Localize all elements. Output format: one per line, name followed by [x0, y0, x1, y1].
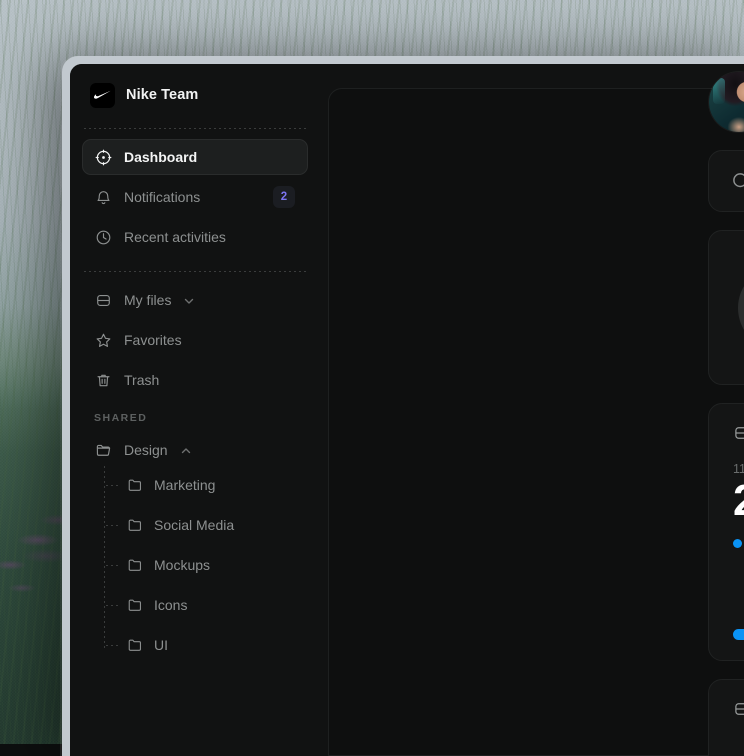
- sidebar-item-favorites[interactable]: Favorites: [82, 322, 308, 358]
- app-window-frame: Nike Team Dashboard: [62, 56, 744, 756]
- folder-icon: [127, 557, 143, 573]
- sidebar-item-label: Notifications: [124, 189, 261, 205]
- storage-legend: Images Documents Videos: [733, 536, 744, 550]
- sidebar-item-label: Recent activities: [124, 229, 295, 245]
- recent-files-header: Recent files: [733, 700, 744, 718]
- storage-progress-bar: [733, 629, 744, 640]
- tree-item-icons[interactable]: Icons: [106, 590, 308, 620]
- shared-section-label: SHARED: [82, 402, 308, 432]
- tree-item-mockups[interactable]: Mockups: [106, 550, 308, 580]
- folder-tree: Marketing Social Media Mockups: [82, 470, 308, 670]
- sidebar-item-dashboard[interactable]: Dashboard: [82, 139, 308, 175]
- tree-item-marketing[interactable]: Marketing: [106, 470, 308, 500]
- main-content: 22% Storage 110.13 GB 22.4 GB: [320, 64, 744, 756]
- tree-item-label: Marketing: [154, 477, 215, 493]
- sidebar-item-design[interactable]: Design: [82, 432, 308, 468]
- drive-icon: [733, 700, 744, 718]
- legend-dot-images: [733, 539, 742, 548]
- storage-bar-segment-images: [733, 629, 744, 640]
- folder-icon: [127, 637, 143, 653]
- sidebar-item-recent-activities[interactable]: Recent activities: [82, 219, 308, 255]
- chevron-down-icon[interactable]: [183, 294, 195, 306]
- tree-item-label: Mockups: [154, 557, 210, 573]
- target-circle-icon: [95, 149, 112, 166]
- legend-item: Images: [733, 536, 744, 550]
- recent-files-widget: Recent files: [708, 679, 744, 756]
- sidebar-item-label: Trash: [124, 372, 295, 388]
- sidebar-item-label: My files: [124, 292, 171, 308]
- divider-middle: [84, 271, 306, 272]
- sidebar-item-notifications[interactable]: Notifications 2: [82, 179, 308, 215]
- search-icon: [731, 171, 744, 192]
- brand[interactable]: Nike Team: [82, 64, 308, 126]
- drive-icon: [95, 292, 112, 309]
- sidebar-item-trash[interactable]: Trash: [82, 362, 308, 398]
- sidebar-item-label: Dashboard: [124, 149, 295, 165]
- storage-widget: Storage 110.13 GB 22.4 GB Images Documen…: [708, 403, 744, 661]
- usage-percent-label: 22%: [733, 260, 744, 356]
- chevron-up-icon[interactable]: [180, 444, 192, 456]
- star-icon: [95, 332, 112, 349]
- sidebar-item-label: Design: [124, 442, 168, 458]
- usage-widget: 22%: [708, 230, 744, 385]
- folder-open-icon: [95, 442, 112, 459]
- brand-name: Nike Team: [126, 87, 198, 103]
- drive-icon: [733, 424, 744, 442]
- storage-used-value: 22.4 GB: [733, 478, 744, 524]
- app-window: Nike Team Dashboard: [70, 64, 744, 756]
- bell-icon: [95, 189, 112, 206]
- search-bar[interactable]: [708, 150, 744, 212]
- sidebar-item-my-files[interactable]: My files: [82, 282, 308, 318]
- storage-total-label: 110.13 GB: [733, 462, 744, 476]
- tree-item-label: Social Media: [154, 517, 234, 533]
- usage-donut-chart: 22%: [733, 260, 744, 356]
- folder-icon: [127, 517, 143, 533]
- notifications-badge: 2: [273, 186, 295, 208]
- divider-top: [84, 128, 306, 129]
- sidebar-item-label: Favorites: [124, 332, 295, 348]
- tree-item-label: Icons: [154, 597, 187, 613]
- tree-item-social-media[interactable]: Social Media: [106, 510, 308, 540]
- storage-widget-header: Storage: [733, 424, 744, 442]
- clock-icon: [95, 229, 112, 246]
- folder-icon: [127, 597, 143, 613]
- nike-swoosh-icon: [90, 83, 115, 108]
- trash-icon: [95, 372, 112, 389]
- sidebar: Nike Team Dashboard: [70, 64, 320, 756]
- main-panel: [328, 88, 744, 756]
- tree-item-ui[interactable]: UI: [106, 630, 308, 660]
- avatar[interactable]: [709, 72, 744, 132]
- tree-item-label: UI: [154, 637, 168, 653]
- folder-icon: [127, 477, 143, 493]
- right-rail: 22% Storage 110.13 GB 22.4 GB: [708, 64, 744, 756]
